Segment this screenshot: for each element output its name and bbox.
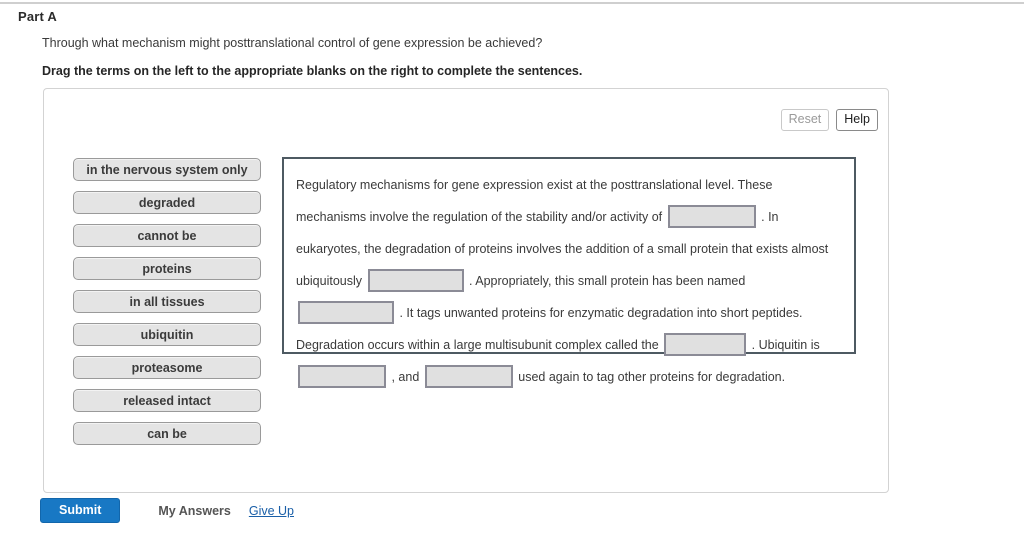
page-top-divider xyxy=(0,2,1024,4)
my-answers-button[interactable]: My Answers xyxy=(158,504,230,518)
draggable-term[interactable]: ubiquitin xyxy=(73,323,261,346)
drag-instruction: Drag the terms on the left to the approp… xyxy=(42,64,583,78)
page-title: Part A xyxy=(18,9,58,24)
answer-blank[interactable] xyxy=(664,333,747,357)
answer-blank[interactable] xyxy=(667,205,756,229)
draggable-term[interactable]: in all tissues xyxy=(73,290,261,313)
sentence-fragment: . Ubiquitin is xyxy=(751,338,820,352)
draggable-term[interactable]: can be xyxy=(73,422,261,445)
sentence-drop-area[interactable]: Regulatory mechanisms for gene expressio… xyxy=(282,157,856,389)
question-prompt: Through what mechanism might posttransla… xyxy=(42,36,543,50)
activity-panel: Reset Help in the nervous system only deg… xyxy=(43,88,889,493)
reset-button[interactable]: Reset xyxy=(780,109,830,131)
footer-controls: Submit My Answers Give Up xyxy=(40,498,294,523)
help-button[interactable]: Help xyxy=(836,109,878,131)
sentence-fragment: . Appropriately, this small protein has … xyxy=(468,274,746,288)
draggable-term[interactable]: in the nervous system only xyxy=(73,158,261,181)
draggable-term[interactable]: cannot be xyxy=(73,224,261,247)
draggable-term[interactable]: proteins xyxy=(73,257,261,280)
answer-blank[interactable] xyxy=(424,365,513,389)
give-up-link[interactable]: Give Up xyxy=(249,504,294,518)
draggable-term[interactable]: released intact xyxy=(73,389,261,412)
submit-button[interactable]: Submit xyxy=(40,498,121,523)
answer-blank[interactable] xyxy=(298,301,394,325)
term-bank: in the nervous system only degraded cannot… xyxy=(73,158,261,445)
sentence-fragment: , and xyxy=(391,370,423,384)
sentence-fragment: used again to tag other proteins for deg… xyxy=(518,370,786,384)
answer-blank[interactable] xyxy=(298,365,386,389)
draggable-term[interactable]: proteasome xyxy=(73,356,261,379)
sentence-text: Regulatory mechanisms for gene expressio… xyxy=(296,169,842,393)
answer-blank[interactable] xyxy=(367,269,464,293)
draggable-term[interactable]: degraded xyxy=(73,191,261,214)
activity-toolbar: Reset Help xyxy=(780,109,878,131)
